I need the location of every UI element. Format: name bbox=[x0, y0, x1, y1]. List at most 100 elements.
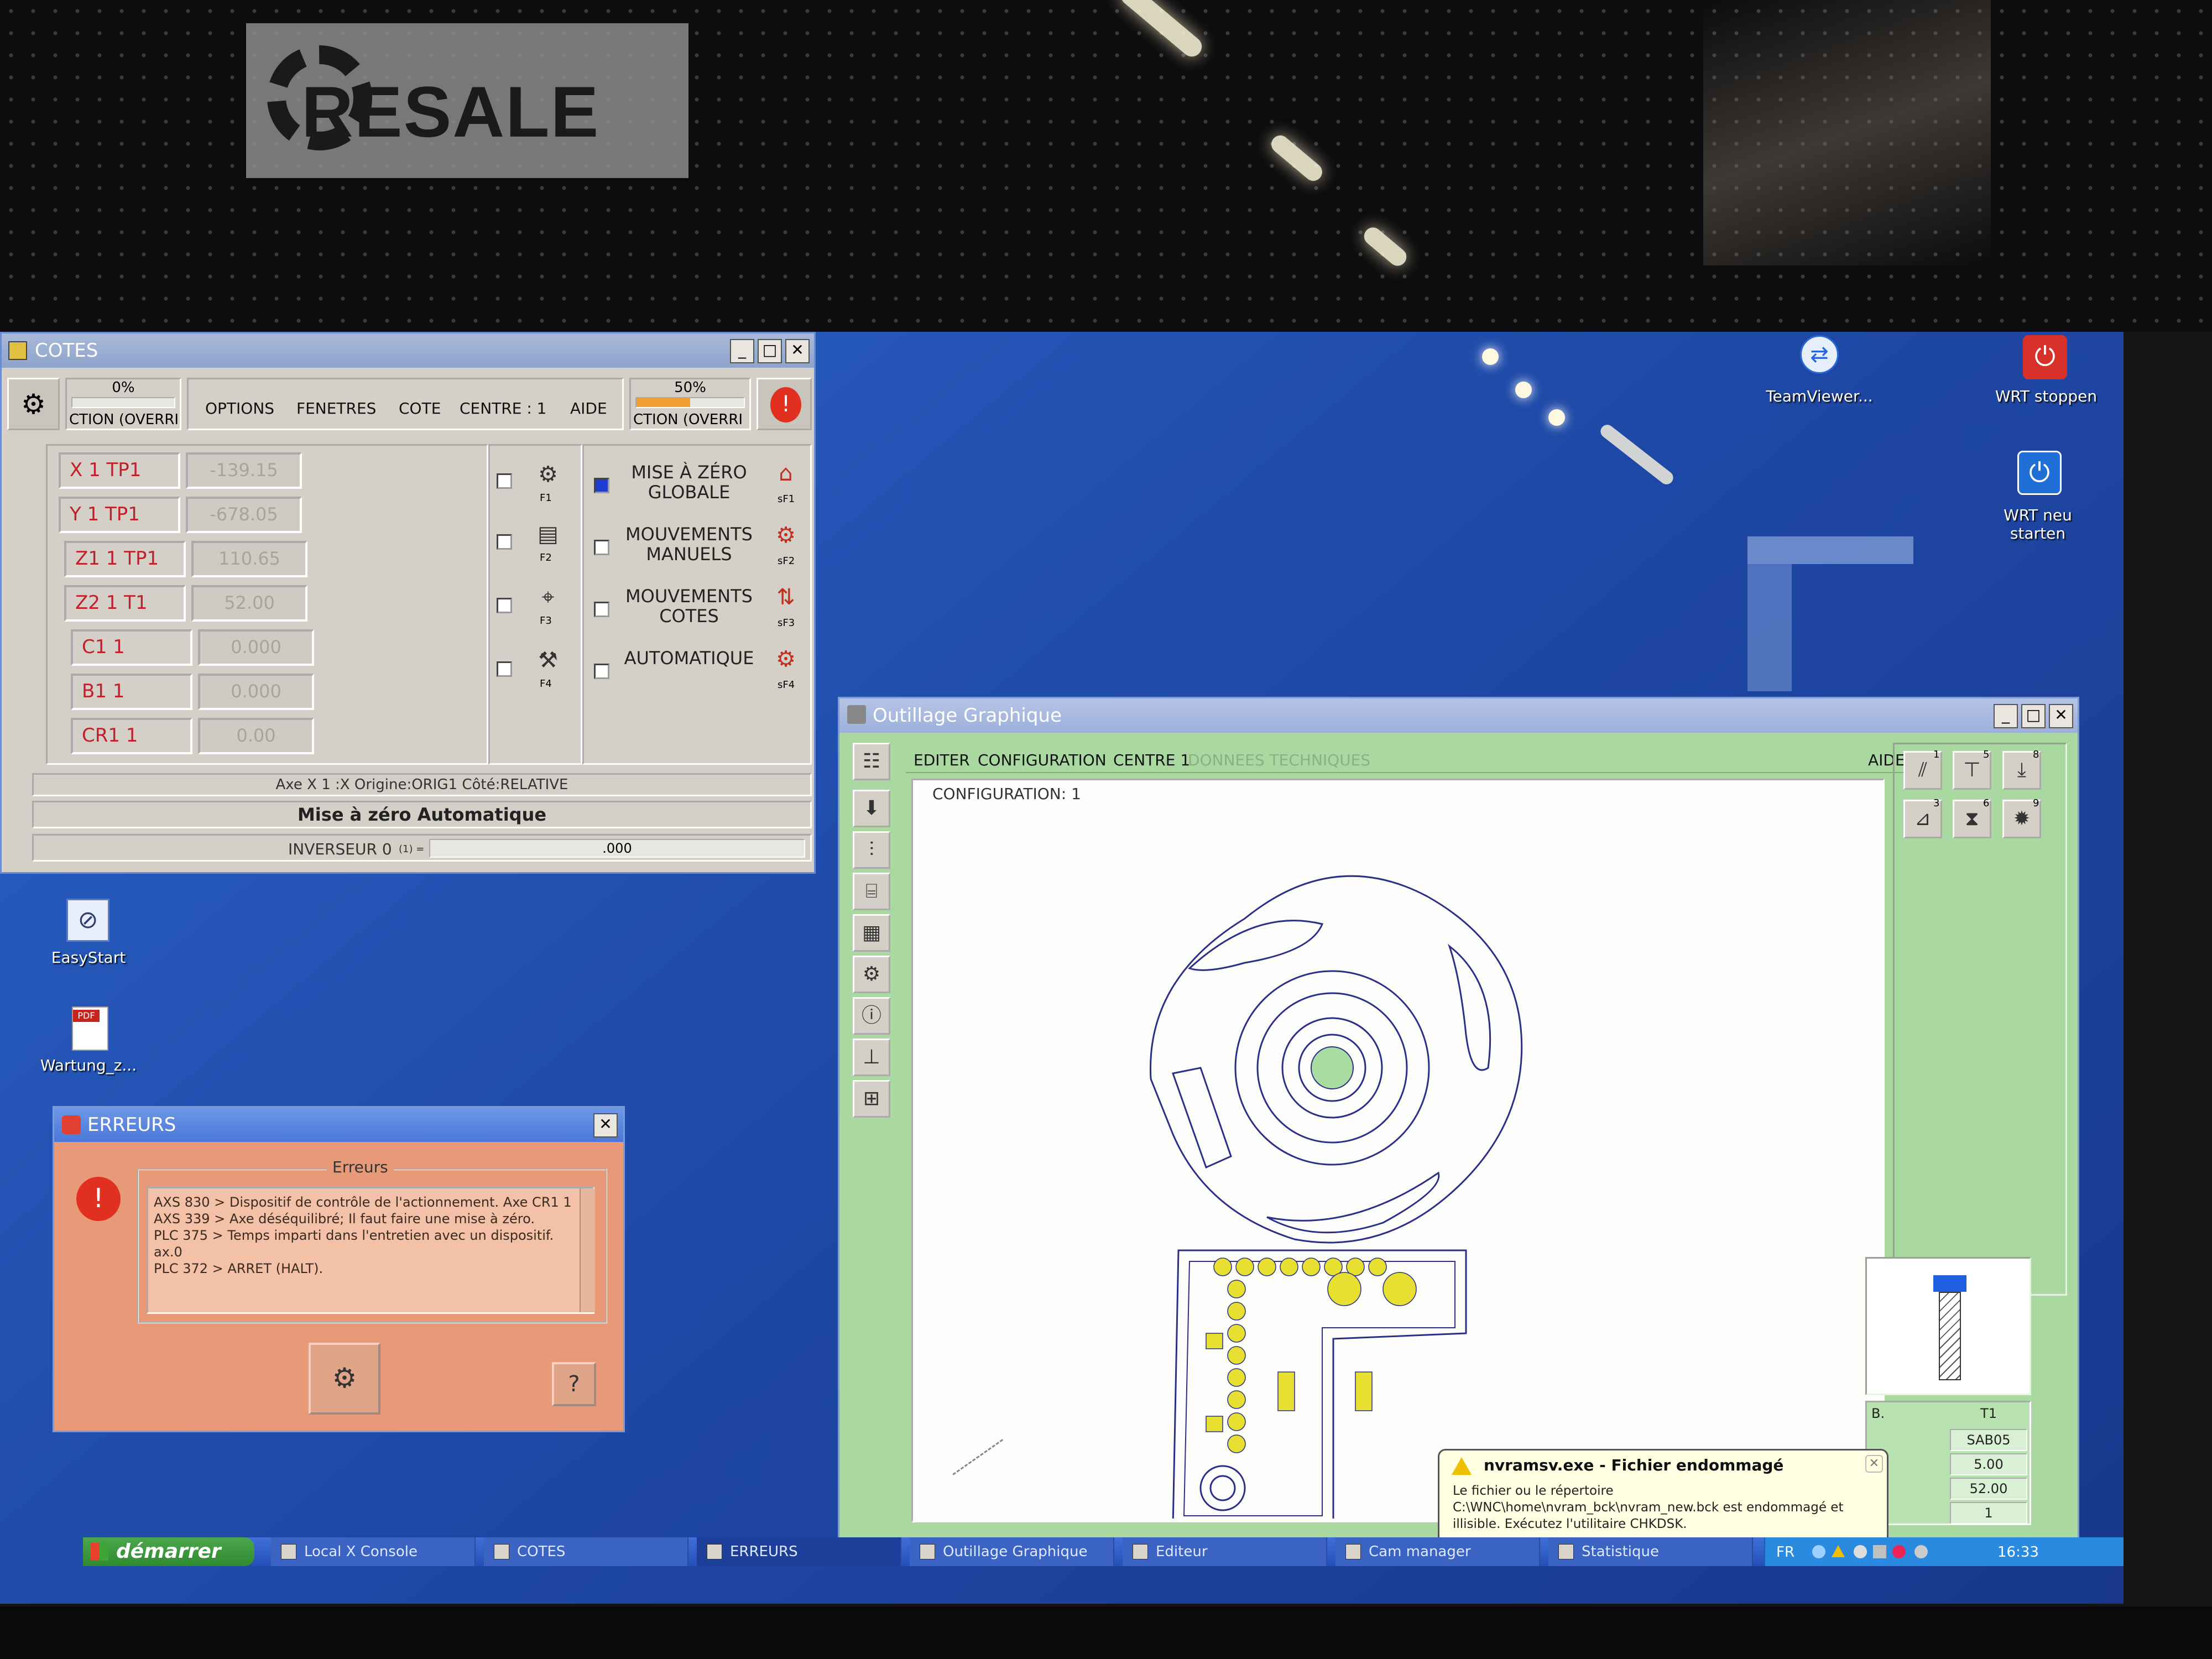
close-button[interactable]: ✕ bbox=[2049, 704, 2073, 728]
task-app-icon bbox=[1133, 1544, 1148, 1559]
tool-slot-number: 6 bbox=[1983, 797, 1990, 809]
taskbar-button[interactable]: Outillage Graphique bbox=[910, 1537, 1114, 1566]
erreurs-titlebar[interactable]: ERREURS ✕ bbox=[54, 1108, 623, 1142]
magazine-icon[interactable]: ☷ bbox=[853, 743, 890, 780]
mode-option[interactable]: MOUVEMENTS COTES ⇅ sF3 bbox=[584, 581, 811, 636]
menu-fenetres[interactable]: FENETRES bbox=[296, 399, 376, 418]
override-percent: 0% bbox=[112, 379, 135, 396]
tool-changer-icon[interactable]: ⌸ bbox=[853, 873, 890, 910]
taskbar-button[interactable]: Statistique bbox=[1548, 1537, 1753, 1566]
info-icon[interactable]: ⓘ bbox=[853, 997, 890, 1035]
tool-icon[interactable]: ⚒ bbox=[523, 644, 573, 677]
task-app-icon bbox=[494, 1544, 509, 1559]
cotes-titlebar[interactable]: COTES _ □ ✕ bbox=[2, 333, 814, 368]
menu-editer[interactable]: EDITER bbox=[914, 751, 970, 769]
table-cell: 5.00 bbox=[1950, 1453, 2027, 1475]
cotes-window: COTES _ □ ✕ ⚙ 0% CTION (OVERRI OPTIONS F… bbox=[0, 332, 816, 874]
axis-label[interactable]: CR1 1 bbox=[71, 718, 192, 754]
tool-preview bbox=[1865, 1257, 2031, 1395]
close-button[interactable]: ✕ bbox=[785, 339, 810, 363]
axis-label[interactable]: Z1 1 TP1 bbox=[64, 541, 186, 577]
override-left: 0% CTION (OVERRI bbox=[65, 378, 181, 430]
tooling-canvas[interactable]: CONFIGURATION: 1 bbox=[911, 779, 1885, 1522]
fkey-checkbox[interactable] bbox=[497, 661, 512, 677]
taskbar-button[interactable]: ERREURS bbox=[697, 1537, 901, 1566]
warning-tray-icon[interactable] bbox=[1832, 1545, 1845, 1557]
menu-cote[interactable]: COTE bbox=[399, 399, 441, 418]
mode-checkbox[interactable] bbox=[594, 602, 609, 617]
menu-centre[interactable]: CENTRE : 1 bbox=[460, 399, 547, 418]
axis-label[interactable]: Y 1 TP1 bbox=[59, 497, 180, 533]
outillage-titlebar[interactable]: Outillage Graphique _ □ ✕ bbox=[839, 698, 2078, 733]
axis-value: 0.00 bbox=[198, 718, 314, 754]
mode-checkbox[interactable] bbox=[594, 664, 609, 679]
menu-aide[interactable]: AIDE bbox=[570, 399, 607, 418]
notification-balloon[interactable]: nvramsv.exe - Fichier endommagé ✕ Le fic… bbox=[1438, 1449, 1888, 1546]
fkey-checkbox[interactable] bbox=[497, 534, 512, 550]
machine-icon[interactable]: ⚙ bbox=[7, 378, 60, 430]
menu-centre[interactable]: CENTRE 1 bbox=[1113, 751, 1190, 769]
taskbar-button[interactable]: Local X Console bbox=[271, 1537, 476, 1566]
error-list[interactable]: AXS 830 > Dispositif de contrôle de l'ac… bbox=[147, 1187, 595, 1314]
drill-icon[interactable]: ⫶ bbox=[853, 831, 890, 869]
fkey-checkbox[interactable] bbox=[497, 473, 512, 489]
taskbar-button[interactable]: Cam manager bbox=[1335, 1537, 1540, 1566]
scrollbar[interactable] bbox=[580, 1188, 595, 1312]
axis-label[interactable]: C1 1 bbox=[71, 629, 192, 666]
device-tray-icon[interactable] bbox=[1873, 1545, 1886, 1558]
axis-label[interactable]: B1 1 bbox=[71, 674, 192, 710]
alarm-button[interactable]: ! bbox=[757, 378, 812, 430]
mode-key-label: sF3 bbox=[778, 617, 795, 629]
maximize-button[interactable]: □ bbox=[2021, 704, 2046, 728]
help-button[interactable]: ? bbox=[552, 1362, 596, 1406]
volume-icon[interactable] bbox=[1914, 1545, 1928, 1558]
mode-option[interactable]: MISE À ZÉRO GLOBALE ⌂ sF1 bbox=[584, 457, 811, 512]
close-button[interactable]: ✕ bbox=[593, 1113, 618, 1138]
task-app-icon bbox=[281, 1544, 296, 1559]
group-label: Erreurs bbox=[327, 1158, 394, 1176]
teamviewer-tray-icon[interactable] bbox=[1854, 1545, 1867, 1558]
override-bar bbox=[71, 397, 175, 408]
system-tray: FR 16:33 bbox=[1764, 1537, 2124, 1566]
minimize-button[interactable]: _ bbox=[730, 339, 754, 363]
menu-configuration[interactable]: CONFIGURATION bbox=[978, 751, 1107, 769]
tool-holder-shape bbox=[1933, 1275, 1966, 1292]
tool-slot-number: 8 bbox=[2033, 749, 2039, 760]
notification-body: Le fichier ou le répertoire C:\WNC\home\… bbox=[1453, 1484, 1844, 1531]
start-button[interactable]: démarrer bbox=[83, 1537, 254, 1566]
minimize-button[interactable]: _ bbox=[1994, 704, 2018, 728]
axis-row: B1 1 0.000 bbox=[59, 674, 314, 710]
network-icon[interactable] bbox=[1812, 1545, 1825, 1558]
alert-tray-icon[interactable] bbox=[1892, 1545, 1906, 1558]
fkey-checkbox[interactable] bbox=[497, 598, 512, 613]
mode-checkbox[interactable] bbox=[594, 478, 609, 493]
menu-donnees-techniques[interactable]: DONNEES TECHNIQUES bbox=[1188, 751, 1370, 769]
table-icon[interactable]: ▤ bbox=[523, 518, 573, 551]
window-reflection bbox=[1747, 536, 1913, 564]
inverseur-label: INVERSEUR 0 bbox=[288, 840, 392, 858]
table-header: B. bbox=[1871, 1406, 1885, 1421]
maximize-button[interactable]: □ bbox=[758, 339, 782, 363]
taskbar-button[interactable]: COTES bbox=[484, 1537, 688, 1566]
mode-option[interactable]: AUTOMATIQUE ⚙ sF4 bbox=[584, 643, 811, 698]
tool-data-table: B. T1 SAB05 5.00 52.00 1 bbox=[1865, 1401, 2031, 1525]
measure-icon[interactable]: ⊥ bbox=[853, 1039, 890, 1076]
close-button[interactable]: ✕ bbox=[1865, 1455, 1883, 1473]
layout-icon[interactable]: ⊞ bbox=[853, 1080, 890, 1118]
language-indicator[interactable]: FR bbox=[1776, 1544, 1794, 1561]
taskbar-button[interactable]: Editeur bbox=[1123, 1537, 1327, 1566]
mode-option[interactable]: MOUVEMENTS MANUELS ⚙ sF2 bbox=[584, 519, 811, 574]
axis-label[interactable]: Z2 1 T1 bbox=[64, 585, 186, 622]
axis-label[interactable]: X 1 TP1 bbox=[59, 452, 180, 489]
axis-row: C1 1 0.000 bbox=[59, 629, 314, 666]
acknowledge-button[interactable]: ⚙ bbox=[309, 1343, 380, 1415]
menu-options[interactable]: OPTIONS bbox=[205, 399, 274, 418]
mode-checkbox[interactable] bbox=[594, 540, 609, 555]
spindle-icon[interactable]: ⚙ bbox=[523, 458, 573, 491]
spindle-icon[interactable]: ⬇ bbox=[853, 790, 890, 827]
grid-icon[interactable]: ▦ bbox=[853, 914, 890, 952]
monitor-bezel-bottom bbox=[0, 1606, 2212, 1659]
probe-icon[interactable]: ⌖ bbox=[523, 581, 573, 614]
config-icon[interactable]: ⚙ bbox=[853, 956, 890, 993]
task-app-icon bbox=[707, 1544, 722, 1559]
